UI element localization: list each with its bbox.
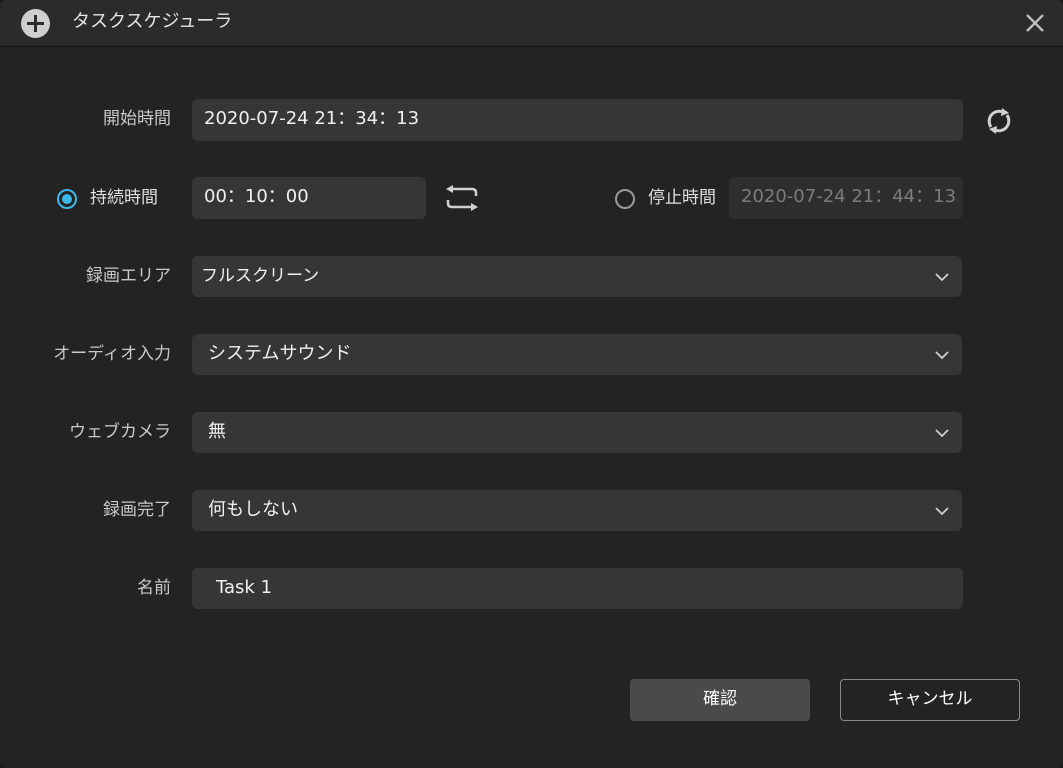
duration-value: 00：10：00 — [204, 186, 309, 207]
stop-time-value: 2020-07-24 21：44：13 — [741, 186, 957, 207]
close-button[interactable] — [1021, 9, 1049, 37]
duration-input[interactable]: 00：10：00 — [192, 177, 426, 219]
record-area-select[interactable]: フルスクリーン — [192, 256, 962, 297]
chevron-down-icon — [935, 507, 949, 516]
add-circle-icon — [21, 9, 50, 38]
confirm-button[interactable]: 確認 — [630, 679, 810, 721]
title-bar: タスクスケジューラ — [0, 0, 1063, 47]
duration-label: 持続時間 — [90, 188, 158, 208]
webcam-select[interactable]: 無 — [192, 412, 962, 453]
swap-button[interactable] — [444, 184, 480, 212]
name-value: Task 1 — [216, 577, 273, 598]
record-area-label: 録画エリア — [86, 266, 171, 286]
duration-radio[interactable] — [57, 189, 77, 209]
on-complete-value: 何もしない — [208, 499, 298, 520]
refresh-icon — [987, 108, 1011, 134]
stop-time-label: 停止時間 — [648, 188, 716, 208]
audio-input-value: システムサウンド — [208, 343, 352, 364]
close-icon — [1026, 14, 1044, 32]
start-time-label: 開始時間 — [103, 109, 171, 129]
on-complete-select[interactable]: 何もしない — [192, 490, 962, 531]
record-area-value: フルスクリーン — [201, 266, 320, 286]
on-complete-label: 録画完了 — [103, 500, 171, 520]
name-input[interactable]: Task 1 — [192, 568, 963, 609]
audio-input-select[interactable]: システムサウンド — [192, 334, 962, 375]
cancel-button[interactable]: キャンセル — [840, 679, 1020, 721]
swap-icon — [446, 185, 478, 211]
webcam-value: 無 — [208, 421, 226, 442]
audio-input-label: オーディオ入力 — [53, 344, 171, 364]
start-time-value: 2020-07-24 21：34：13 — [204, 108, 420, 129]
webcam-label: ウェブカメラ — [69, 422, 171, 442]
chevron-down-icon — [935, 273, 949, 282]
task-scheduler-dialog: タスクスケジューラ 開始時間 2020-07-24 21：34：13 持続時間 … — [0, 0, 1063, 768]
stop-time-input: 2020-07-24 21：44：13 — [729, 177, 963, 219]
name-label: 名前 — [137, 578, 171, 598]
dialog-title: タスクスケジューラ — [72, 11, 233, 32]
chevron-down-icon — [935, 429, 949, 438]
start-time-input[interactable]: 2020-07-24 21：34：13 — [192, 99, 963, 141]
refresh-button[interactable] — [983, 105, 1015, 137]
stop-time-radio[interactable] — [615, 189, 635, 209]
chevron-down-icon — [935, 351, 949, 360]
